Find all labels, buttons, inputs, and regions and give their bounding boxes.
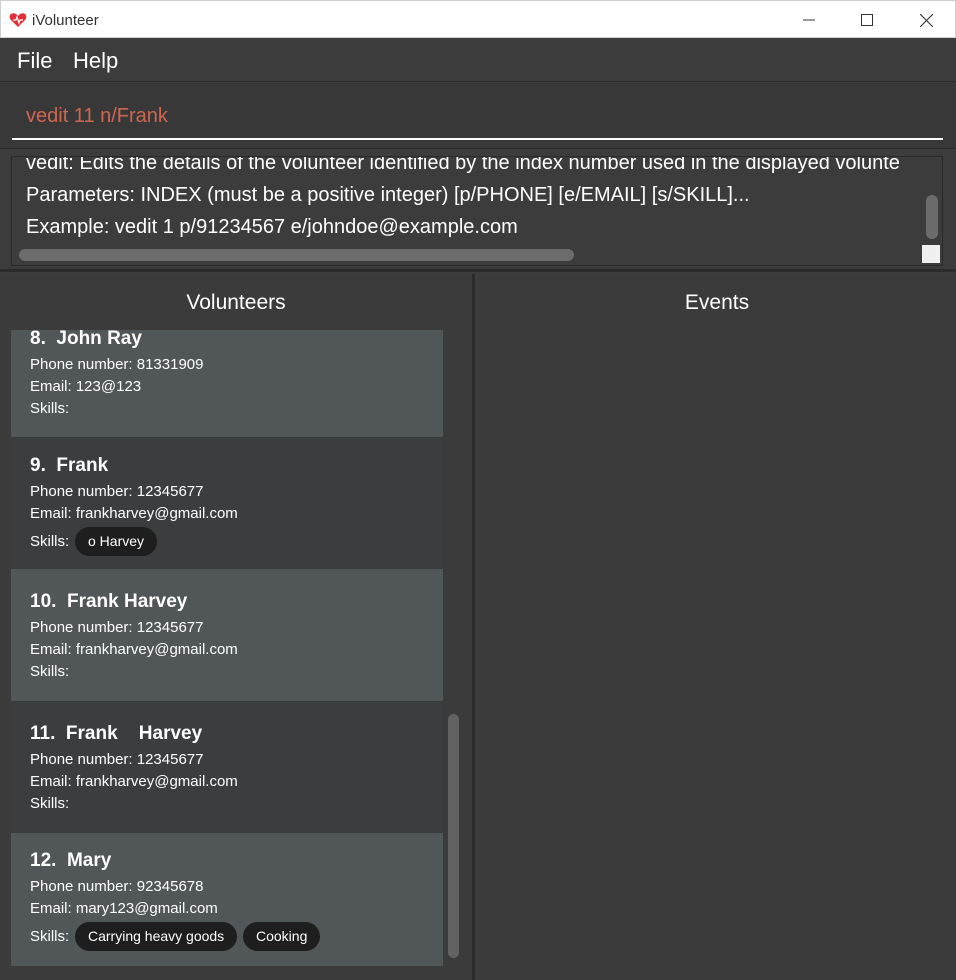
- volunteer-name: 8. John Ray: [30, 330, 142, 349]
- close-button[interactable]: [897, 1, 955, 39]
- title-bar: iVolunteer: [0, 0, 956, 38]
- volunteer-card[interactable]: 11. Frank Harvey Phone number: 12345677 …: [11, 701, 443, 833]
- volunteer-phone: Phone number: 12345677: [30, 751, 204, 768]
- volunteer-card[interactable]: 9. Frank Phone number: 12345677 Email: f…: [11, 437, 443, 569]
- volunteer-card[interactable]: 10. Frank Harvey Phone number: 12345677 …: [11, 569, 443, 701]
- minimize-icon: [803, 19, 815, 21]
- result-vertical-scrollbar[interactable]: [926, 195, 938, 239]
- volunteers-title: Volunteers: [186, 291, 286, 314]
- volunteer-card[interactable]: 8. John Ray Phone number: 81331909 Email…: [11, 330, 443, 437]
- maximize-button[interactable]: [838, 1, 896, 39]
- result-text: vedit: Edits the details of the voluntee…: [26, 156, 900, 243]
- volunteer-email: Email: mary123@gmail.com: [30, 900, 218, 917]
- volunteer-list[interactable]: 8. John Ray Phone number: 81331909 Email…: [11, 330, 443, 966]
- menu-help[interactable]: Help: [73, 48, 118, 74]
- volunteer-name: 10. Frank Harvey: [30, 591, 188, 612]
- events-panel: Events: [478, 274, 956, 980]
- skill-tag: Carrying heavy goods: [75, 922, 238, 951]
- heart-icon: [9, 13, 27, 27]
- volunteer-skills-label: Skills:: [30, 663, 70, 680]
- result-horizontal-scrollbar[interactable]: [19, 249, 574, 261]
- volunteer-email: Email: frankharvey@gmail.com: [30, 505, 238, 522]
- window-title: iVolunteer: [32, 12, 99, 29]
- command-input[interactable]: [12, 95, 943, 140]
- volunteer-list-scrollbar[interactable]: [448, 714, 459, 958]
- volunteer-skills-label: Skills:: [30, 400, 70, 417]
- result-line: Example: vedit 1 p/91234567 e/johndoe@ex…: [26, 216, 518, 238]
- skill-tag: Cooking: [243, 922, 321, 951]
- volunteer-skills-label: Skills:: [30, 928, 70, 945]
- volunteers-panel: Volunteers 8. John Ray Phone number: 813…: [0, 274, 475, 980]
- menu-bar: File Help: [0, 38, 956, 82]
- volunteer-name: 9. Frank: [30, 455, 109, 476]
- volunteer-card[interactable]: 12. Mary Phone number: 92345678 Email: m…: [11, 833, 443, 966]
- volunteer-email: Email: frankharvey@gmail.com: [30, 641, 238, 658]
- volunteer-phone: Phone number: 92345678: [30, 878, 204, 895]
- volunteer-skills-label: Skills:: [30, 533, 70, 550]
- result-line: vedit: Edits the details of the voluntee…: [26, 156, 900, 174]
- volunteer-phone: Phone number: 12345677: [30, 483, 204, 500]
- volunteer-skills-label: Skills:: [30, 795, 70, 812]
- volunteer-email: Email: frankharvey@gmail.com: [30, 773, 238, 790]
- events-title: Events: [684, 291, 750, 314]
- menu-file[interactable]: File: [17, 48, 52, 74]
- volunteer-email: Email: 123@123: [30, 378, 142, 395]
- close-icon: [919, 13, 933, 27]
- volunteer-name: 12. Mary: [30, 850, 112, 871]
- minimize-button[interactable]: [780, 1, 838, 39]
- result-line: Parameters: INDEX (must be a positive in…: [26, 184, 750, 206]
- maximize-icon: [861, 14, 873, 26]
- volunteer-phone: Phone number: 12345677: [30, 619, 204, 636]
- scrollbar-corner: [922, 245, 940, 263]
- skill-tag: o Harvey: [75, 527, 158, 556]
- volunteer-name: 11. Frank Harvey: [30, 723, 203, 744]
- command-box: [0, 83, 956, 148]
- volunteer-phone: Phone number: 81331909: [30, 356, 204, 373]
